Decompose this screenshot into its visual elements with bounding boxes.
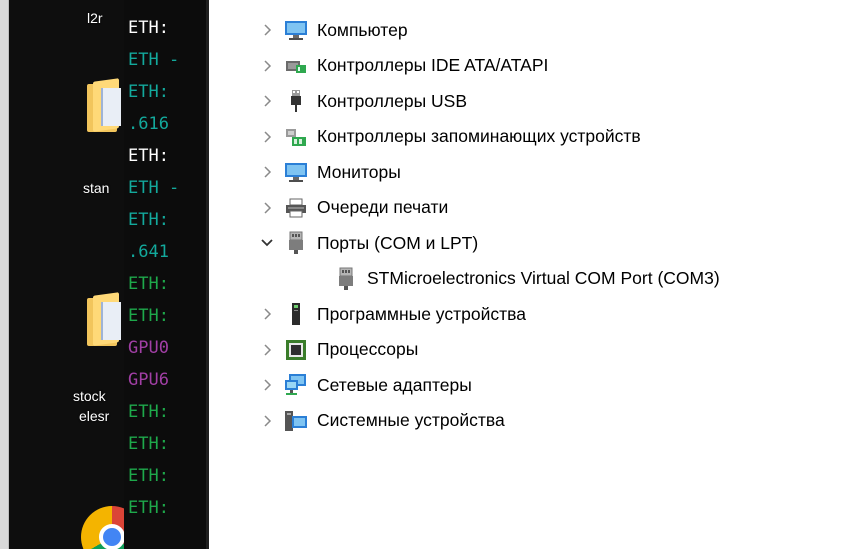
tree-item[interactable]: Контроллеры запоминающих устройств [260, 122, 641, 152]
tree-item-label: Порты (COM и LPT) [317, 232, 479, 253]
software-device-icon [284, 302, 308, 326]
tree-item[interactable]: Порты (COM и LPT) [260, 228, 478, 258]
device-tree: Компьютер Контроллеры IDE ATA/ATAPI Контро… [210, 0, 853, 549]
chevron-right-icon[interactable] [260, 198, 274, 218]
chevron-right-icon[interactable] [260, 91, 274, 111]
printer-icon [284, 196, 308, 220]
tree-item-label: Системные устройства [317, 410, 505, 430]
terminal-line: ETH: [128, 434, 169, 454]
tree-item-label: Сетевые адаптеры [317, 374, 472, 395]
terminal-line: ETH - [128, 50, 180, 70]
terminal-line: ETH - [128, 178, 180, 198]
chevron-right-icon[interactable] [260, 127, 274, 147]
computer-icon [284, 18, 308, 42]
tree-item[interactable]: Компьютер [260, 15, 408, 45]
usb-icon [284, 89, 308, 113]
tree-item-label: Очереди печати [317, 197, 449, 217]
chevron-right-icon[interactable] [260, 20, 274, 40]
tree-item[interactable]: Программные устройства [260, 299, 526, 329]
terminal-line: ETH: [128, 402, 169, 422]
terminal-line: ETH: [128, 210, 169, 230]
processor-icon [284, 338, 308, 362]
terminal-line: ETH: [128, 466, 169, 486]
tree-item[interactable]: Сетевые адаптеры [260, 370, 472, 400]
chevron-right-icon[interactable] [260, 411, 274, 431]
tree-item[interactable]: Системные устройства [260, 406, 505, 436]
port-icon [334, 267, 358, 291]
terminal-line: .616 [128, 114, 169, 134]
tree-item[interactable]: STMicroelectronics Virtual COM Port (COM… [334, 264, 720, 294]
chevron-right-icon[interactable] [260, 340, 274, 360]
storage-controller-icon [284, 125, 308, 149]
monitor-icon [284, 160, 308, 184]
chevron-right-icon[interactable] [260, 162, 274, 182]
chevron-right-icon[interactable] [260, 375, 274, 395]
folder-icon[interactable] [87, 76, 121, 134]
tree-item-label: Контроллеры IDE ATA/ATAPI [317, 55, 549, 75]
terminal-line: ETH: [128, 274, 169, 294]
terminal-line: .641 [128, 242, 169, 262]
chevron-right-icon[interactable] [260, 304, 274, 324]
ide-controller-icon [284, 54, 308, 78]
tree-item-label: Компьютер [317, 19, 408, 40]
window-edge [0, 0, 9, 549]
terminal-line: ETH: [128, 82, 169, 102]
tree-item[interactable]: Очереди печати [260, 193, 448, 223]
terminal-line: GPU6 [128, 370, 169, 390]
terminal-window[interactable]: ETH: ETH - ETH: .616 ETH: ETH - ETH: .641 ETH: ET… [124, 0, 206, 549]
desktop-label: l2r [87, 10, 103, 26]
terminal-line: GPU0 [128, 338, 169, 358]
terminal-line: ETH: [128, 306, 169, 326]
tree-item[interactable]: Мониторы [260, 157, 401, 187]
terminal-line: ETH: [128, 18, 169, 38]
desktop-label[interactable]: stan [83, 180, 109, 196]
tree-item-label: Мониторы [317, 161, 401, 182]
chevron-down-icon[interactable] [260, 233, 274, 253]
network-adapter-icon [284, 373, 308, 397]
desktop-area: l2r stan stock elesr [9, 0, 125, 549]
screenshot-root: l2r stan stock elesr ETH: ETH - ETH: .616 ET… [0, 0, 853, 549]
port-icon [284, 231, 308, 255]
tree-item-label: Процессоры [317, 339, 419, 359]
terminal-line: ETH: [128, 498, 169, 518]
folder-icon[interactable] [87, 290, 121, 348]
tree-item-label: STMicroelectronics Virtual COM Port (COM… [367, 268, 720, 288]
tree-item-label: Программные устройства [317, 303, 526, 324]
terminal-scrollbar[interactable] [206, 0, 209, 549]
tree-item-label: Контроллеры USB [317, 90, 467, 111]
desktop-label[interactable]: elesr [79, 408, 109, 424]
chrome-icon[interactable] [81, 506, 125, 549]
desktop-label[interactable]: stock [73, 388, 106, 404]
chevron-right-icon[interactable] [260, 56, 274, 76]
terminal-line: ETH: [128, 146, 169, 166]
tree-item[interactable]: Процессоры [260, 335, 418, 365]
tree-item[interactable]: Контроллеры USB [260, 86, 467, 116]
tree-item-label: Контроллеры запоминающих устройств [317, 126, 641, 146]
tree-item[interactable]: Контроллеры IDE ATA/ATAPI [260, 51, 548, 81]
system-devices-icon [284, 409, 308, 433]
